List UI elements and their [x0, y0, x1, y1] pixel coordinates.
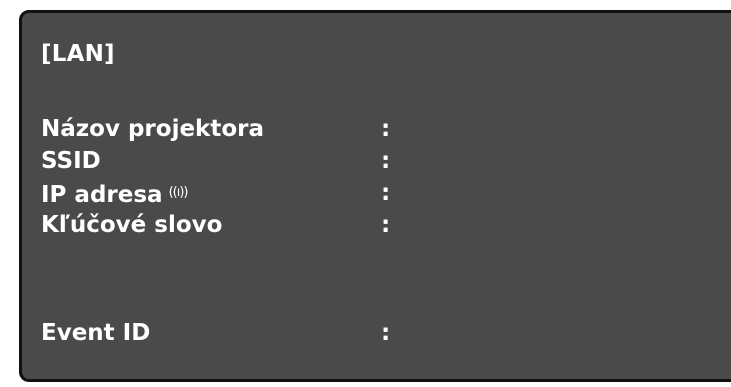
info-separator: : — [381, 320, 391, 346]
info-separator: : — [381, 212, 391, 238]
wireless-signal-icon: ((ı)) — [168, 185, 189, 200]
info-label: IP adresa — [41, 182, 163, 208]
info-label: Kľúčové slovo — [41, 212, 223, 238]
info-separator: : — [381, 116, 391, 142]
section-title: [LAN] — [41, 41, 115, 67]
info-separator: : — [381, 180, 391, 206]
info-separator: : — [381, 148, 391, 174]
lan-info-panel: [LAN] Názov projektora : SSID : IP adres… — [19, 10, 731, 382]
info-label: SSID — [41, 148, 101, 174]
info-label: Event ID — [41, 320, 151, 346]
info-label: Názov projektora — [41, 116, 265, 142]
info-label-wrapper: IP adresa ((ı)) — [41, 179, 189, 209]
